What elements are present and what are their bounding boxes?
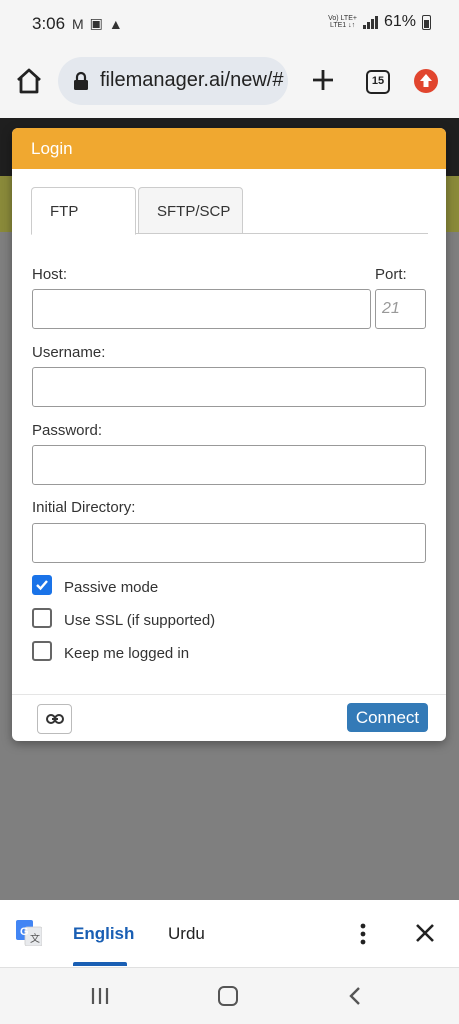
google-translate-icon: G 文 [16, 920, 42, 946]
tab-switcher-button[interactable]: 15 [366, 70, 390, 94]
status-bar: 3:06 M ▣ ▲ Vo) LTE+ LTE1 ↓↑ 61% [0, 0, 459, 48]
warning-icon: ▲ [108, 15, 123, 32]
host-input[interactable] [32, 289, 371, 329]
initial-directory-input[interactable] [32, 523, 426, 563]
password-label: Password: [32, 422, 103, 439]
login-dialog: Login FTP SFTP/SCP Host: Port: 21 Userna… [12, 128, 446, 741]
back-icon[interactable] [348, 986, 362, 1006]
passive-mode-checkbox[interactable] [32, 575, 52, 595]
keep-logged-in-label: Keep me logged in [64, 645, 190, 662]
connect-button[interactable]: Connect [347, 703, 428, 732]
battery-percent: 61% [383, 13, 416, 30]
passive-mode-label: Passive mode [64, 579, 159, 596]
port-label: Port: [375, 266, 407, 283]
link-button[interactable] [37, 704, 72, 734]
status-time: 3:06 [32, 14, 66, 33]
translate-bar: G 文 English Urdu [0, 900, 459, 967]
extension-icon[interactable] [414, 69, 438, 93]
battery-icon [422, 14, 431, 30]
tab-sftp-scp[interactable]: SFTP/SCP [138, 187, 243, 234]
notification-icons: M ▣ ▲ [72, 15, 123, 32]
home-nav-icon[interactable] [218, 986, 238, 1006]
username-label: Username: [32, 344, 106, 361]
network-bottom-label: LTE1 ↓↑ [329, 22, 356, 29]
use-ssl-label: Use SSL (if supported) [64, 612, 216, 629]
port-input[interactable]: 21 [375, 289, 426, 329]
active-language-indicator [73, 962, 127, 966]
svg-text:G: G [20, 926, 29, 938]
home-icon[interactable] [14, 66, 44, 96]
browser-toolbar: filemanager.ai/new/# 15 [0, 48, 459, 118]
keep-logged-in-checkbox[interactable] [32, 641, 52, 661]
protocol-tabs: FTP SFTP/SCP [31, 187, 428, 235]
system-nav-bar [0, 967, 459, 1024]
gmail-icon: M [72, 15, 84, 32]
url-text: filemanager.ai/new/# [100, 69, 284, 91]
use-ssl-checkbox[interactable] [32, 608, 52, 628]
svg-text:文: 文 [30, 932, 40, 945]
new-tab-icon[interactable] [309, 66, 337, 94]
signal-icon [362, 15, 378, 29]
status-right: Vo) LTE+ LTE1 ↓↑ 61% [328, 13, 431, 31]
notification-icon: ▣ [89, 15, 103, 31]
dialog-title: Login [12, 128, 446, 169]
initial-directory-label: Initial Directory: [32, 499, 136, 516]
tab-ftp[interactable]: FTP [31, 187, 136, 235]
network-top-label: Vo) LTE+ [328, 15, 357, 22]
lock-icon [74, 71, 88, 90]
host-label: Host: [32, 266, 68, 283]
username-input[interactable] [32, 367, 426, 407]
close-icon[interactable] [414, 922, 436, 944]
check-icon [36, 580, 48, 591]
language-urdu-tab[interactable]: Urdu [168, 924, 205, 944]
network-indicator: Vo) LTE+ LTE1 ↓↑ [328, 15, 357, 29]
more-vert-icon[interactable] [357, 922, 369, 946]
address-bar[interactable]: filemanager.ai/new/# [58, 57, 288, 105]
language-english-tab[interactable]: English [73, 924, 134, 944]
recent-apps-icon[interactable] [90, 987, 110, 1005]
dialog-footer: Connect [12, 694, 446, 741]
password-input[interactable] [32, 445, 426, 485]
link-icon [46, 714, 64, 724]
